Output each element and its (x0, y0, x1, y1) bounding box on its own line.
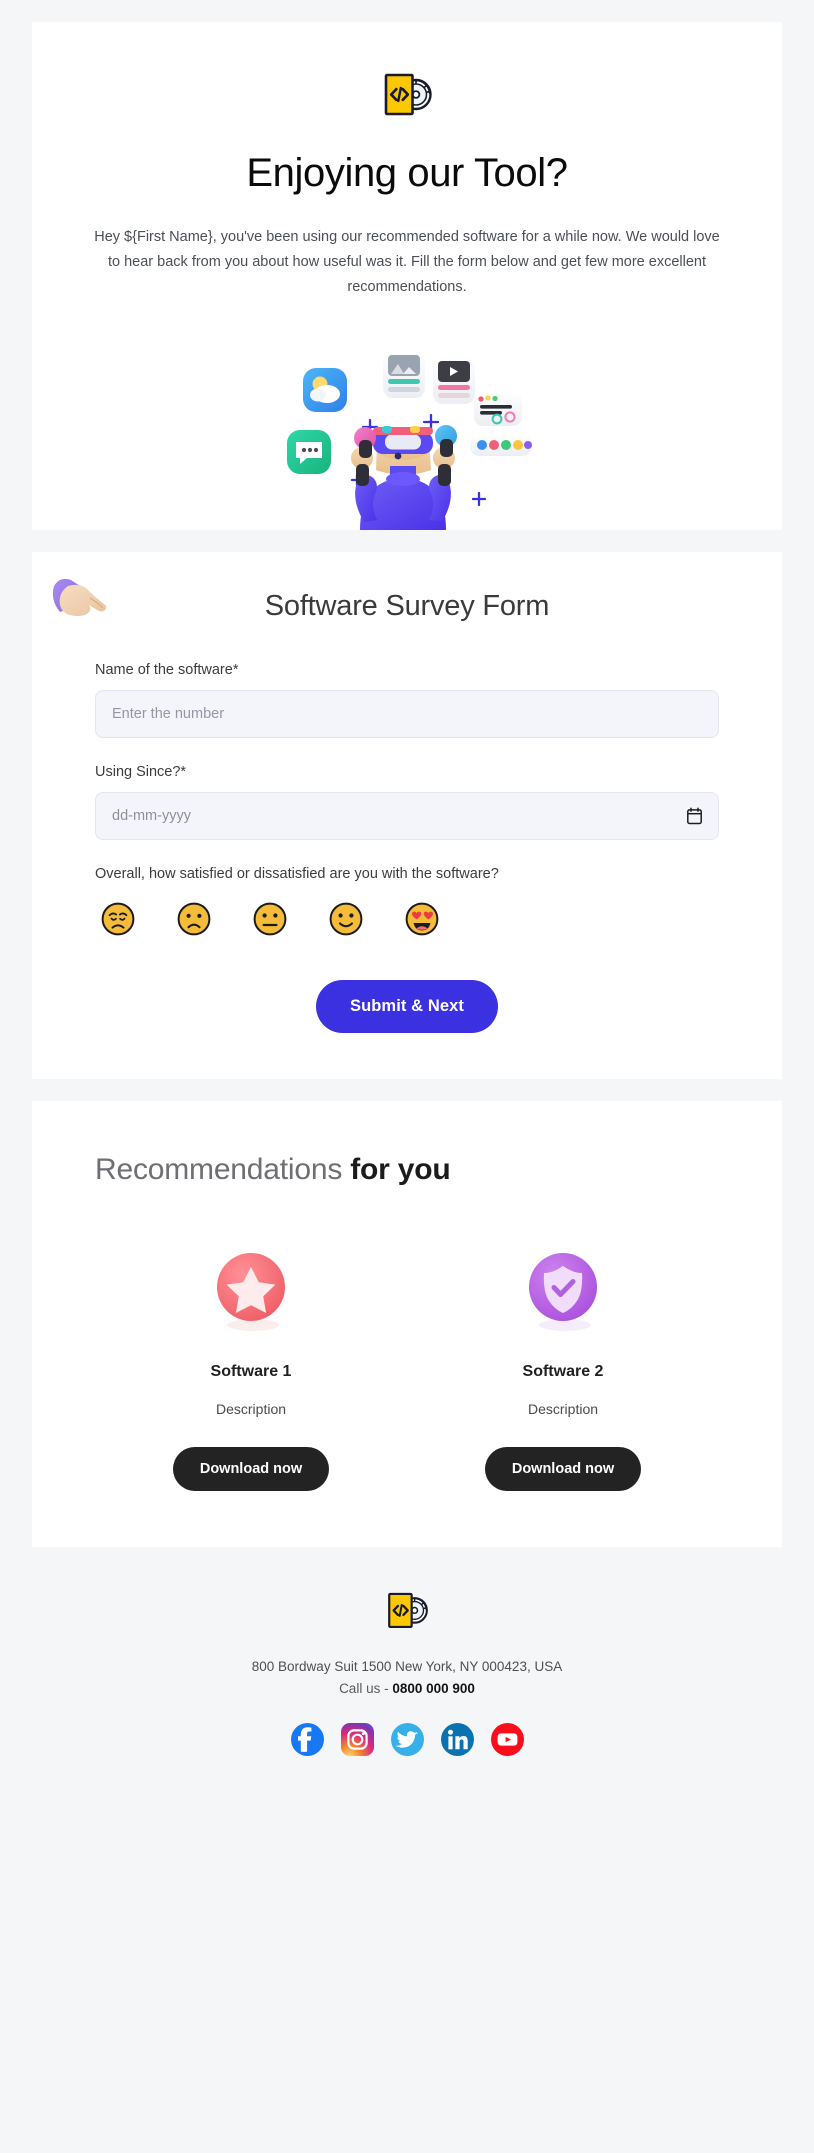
hero-card: Enjoying our Tool? Hey ${First Name}, yo… (32, 22, 782, 530)
hero-illustration (72, 330, 742, 530)
form-header: Software Survey Form (32, 552, 782, 662)
code-disc-logo-icon (388, 1592, 428, 1628)
download-now-button-1[interactable]: Download now (172, 1446, 330, 1491)
pointing-hand-icon (52, 578, 107, 616)
software-name-field-group: Name of the software* (95, 662, 719, 738)
shield-check-badge-icon (529, 1252, 597, 1331)
frowning-face-emoji[interactable] (177, 902, 211, 936)
calendar-icon[interactable] (687, 807, 702, 825)
star-badge-icon (217, 1252, 285, 1331)
recommendations-heading-bold: for you (350, 1152, 451, 1186)
submit-next-button[interactable]: Submit & Next (315, 979, 499, 1033)
recommendation-item-2: Software 2 Description Download now (407, 1245, 719, 1491)
instagram-icon[interactable] (340, 1722, 374, 1756)
recommendation-name: Software 2 (522, 1362, 604, 1380)
using-since-field-group: Using Since?* dd-mm-yyyy (95, 764, 719, 840)
social-links (20, 1722, 794, 1756)
disappointed-face-emoji[interactable] (101, 902, 135, 936)
satisfaction-rating-group[interactable] (95, 902, 719, 936)
form-body: Name of the software* Using Since?* dd-m… (32, 662, 782, 1033)
section-spacer-2 (0, 1078, 814, 1101)
submit-row: Submit & Next (95, 979, 719, 1033)
recommendations-heading-light: Recommendations (95, 1152, 343, 1186)
satisfaction-question: Overall, how satisfied or dissatisfied a… (95, 865, 499, 882)
recommendations-grid: Software 1 Description Download now Soft… (95, 1245, 719, 1491)
rating-option-neutral[interactable] (253, 902, 287, 936)
code-disc-logo-icon (384, 73, 432, 116)
brand-logo (72, 65, 742, 123)
rating-option-slightly-smiling[interactable] (329, 902, 363, 936)
survey-form-card: Software Survey Form Name of the softwar… (32, 551, 782, 1079)
smiling-face-with-hearts-emoji[interactable] (405, 902, 439, 936)
recommendations-heading: Recommendations for you (95, 1153, 719, 1187)
using-since-date-wrapper[interactable]: dd-mm-yyyy (95, 791, 719, 840)
page-title: Enjoying our Tool? (246, 151, 568, 195)
linkedin-icon[interactable] (440, 1722, 474, 1756)
footer-call-label: Call us - (339, 1680, 393, 1696)
recommendation-name: Software 1 (210, 1362, 292, 1380)
neutral-face-emoji[interactable] (253, 902, 287, 936)
download-now-button-2[interactable]: Download now (484, 1446, 642, 1491)
rating-option-frowning[interactable] (177, 902, 211, 936)
recommendation-item-1: Software 1 Description Download now (95, 1245, 407, 1491)
using-since-label: Using Since?* (95, 763, 187, 780)
footer-brand-logo (20, 1585, 794, 1635)
section-spacer-1 (0, 529, 814, 552)
using-since-input[interactable]: dd-mm-yyyy (95, 791, 719, 840)
email-page: Enjoying our Tool? Hey ${First Name}, yo… (0, 0, 814, 2153)
recommendation-description: Description (527, 1400, 599, 1417)
rating-option-smiling-with-hearts[interactable] (405, 902, 439, 936)
recommendation-description: Description (215, 1400, 287, 1417)
facebook-icon[interactable] (290, 1722, 324, 1756)
youtube-icon[interactable] (490, 1722, 524, 1756)
twitter-icon[interactable] (390, 1722, 424, 1756)
software-name-input[interactable] (95, 689, 719, 738)
software-name-label: Name of the software* (95, 661, 239, 678)
juggling-app-icons-illustration (287, 349, 532, 530)
footer-phone-number[interactable]: 0800 000 900 (392, 1681, 475, 1696)
slightly-smiling-face-emoji[interactable] (329, 902, 363, 936)
footer: 800 Bordway Suit 1500 New York, NY 00042… (0, 1546, 814, 1796)
top-spacer (0, 0, 814, 22)
form-title: Software Survey Form (264, 590, 550, 623)
footer-address: 800 Bordway Suit 1500 New York, NY 00042… (251, 1658, 563, 1674)
hero-description: Hey ${First Name}, you've been using our… (94, 229, 720, 295)
rating-option-disappointed[interactable] (101, 902, 135, 936)
recommendations-card: Recommendations for you Software 1 Descr… (32, 1100, 782, 1547)
footer-contact: Call us - 0800 000 900 (20, 1681, 794, 1696)
